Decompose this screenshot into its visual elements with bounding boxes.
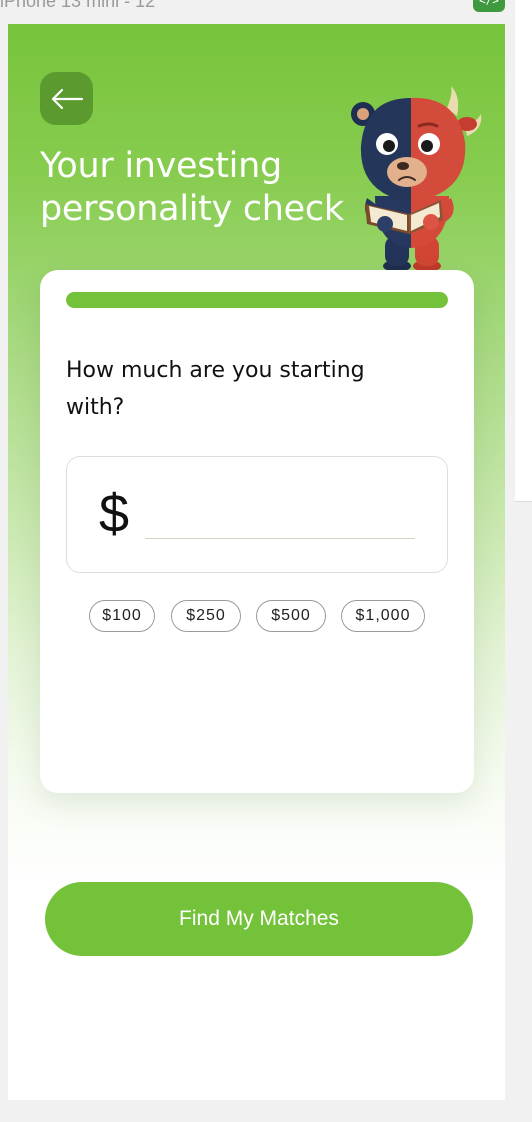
amount-input[interactable] xyxy=(145,501,415,539)
side-panel xyxy=(515,0,532,502)
amount-chips: $100 $250 $500 $1,000 xyxy=(40,600,474,634)
progress-bar xyxy=(66,292,448,308)
arrow-left-icon xyxy=(51,88,83,109)
question-card: How much are you starting with? $ $100 $… xyxy=(40,270,474,793)
back-button[interactable] xyxy=(40,72,93,125)
page-title: Your investing personality check xyxy=(40,145,344,231)
chip-250[interactable]: $250 xyxy=(171,600,241,632)
question-text: How much are you starting with? xyxy=(66,358,365,420)
code-badge: </> xyxy=(473,0,505,12)
find-matches-button[interactable]: Find My Matches xyxy=(45,882,473,956)
chip-1000[interactable]: $1,000 xyxy=(341,600,425,632)
mascot-illustration xyxy=(351,86,482,272)
chip-500[interactable]: $500 xyxy=(256,600,326,632)
progress-fill xyxy=(66,292,448,308)
chip-100[interactable]: $100 xyxy=(89,600,155,632)
page-title-line-2: personality check xyxy=(40,189,344,229)
currency-symbol: $ xyxy=(99,484,130,544)
phone-screen: Your investing personality check How muc… xyxy=(8,24,505,1100)
page-title-line-1: Your investing xyxy=(40,146,282,186)
frame-label: iPhone 13 mini - 12 xyxy=(0,0,156,11)
amount-field[interactable]: $ xyxy=(66,456,448,573)
